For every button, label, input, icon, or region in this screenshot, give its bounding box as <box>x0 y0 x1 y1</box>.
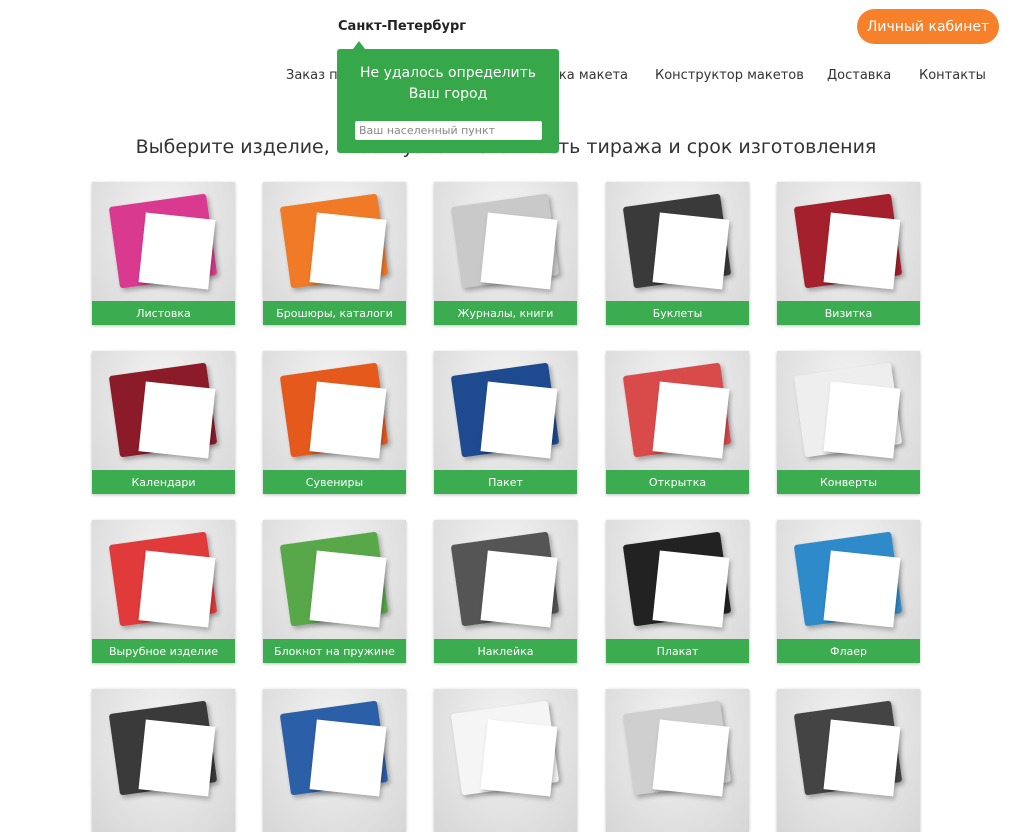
nav-delivery[interactable]: Доставка <box>827 68 891 83</box>
product-image-detail <box>138 212 216 290</box>
product-card[interactable]: Открытка <box>606 351 749 494</box>
product-image-detail <box>309 550 387 628</box>
product-image-detail <box>480 212 558 290</box>
product-image-detail <box>823 550 901 628</box>
nav-layout-constructor[interactable]: Конструктор макетов <box>655 68 804 83</box>
product-card[interactable]: Блокнот на пружине <box>263 520 406 663</box>
product-card[interactable]: Плакат <box>606 520 749 663</box>
product-image-detail <box>480 381 558 459</box>
product-label: Визитка <box>777 301 920 325</box>
product-label: Плакат <box>606 639 749 663</box>
product-label: Наклейка <box>434 639 577 663</box>
city-selector[interactable]: Санкт-Петербург <box>338 19 466 34</box>
product-label: Флаер <box>777 639 920 663</box>
product-image-detail <box>823 212 901 290</box>
product-label: Брошюры, каталоги <box>263 301 406 325</box>
product-label: Сувениры <box>263 470 406 494</box>
product-label: Конверты <box>777 470 920 494</box>
product-label: Календари <box>92 470 235 494</box>
product-card[interactable]: Буклеты <box>606 182 749 325</box>
product-card[interactable] <box>263 689 406 832</box>
product-card[interactable]: Листовка <box>92 182 235 325</box>
popup-message-line2: Ваш город <box>408 86 488 102</box>
city-input[interactable] <box>355 121 542 140</box>
popup-message-line1: Не удалось определить <box>359 65 536 81</box>
product-card[interactable] <box>434 689 577 832</box>
product-card[interactable]: Конверты <box>777 351 920 494</box>
product-image-detail <box>138 381 216 459</box>
product-image-detail <box>823 381 901 459</box>
product-image-detail <box>309 212 387 290</box>
product-card[interactable]: Вырубное изделие <box>92 520 235 663</box>
product-card[interactable]: Сувениры <box>263 351 406 494</box>
product-card[interactable] <box>92 689 235 832</box>
product-image-detail <box>652 212 730 290</box>
product-card[interactable]: Брошюры, каталоги <box>263 182 406 325</box>
product-label: Блокнот на пружине <box>263 639 406 663</box>
product-card[interactable]: Наклейка <box>434 520 577 663</box>
product-label: Журналы, книги <box>434 301 577 325</box>
product-card[interactable]: Календари <box>92 351 235 494</box>
product-label: Вырубное изделие <box>92 639 235 663</box>
product-card[interactable]: Флаер <box>777 520 920 663</box>
product-card[interactable] <box>606 689 749 832</box>
product-label: Открытка <box>606 470 749 494</box>
product-image-detail <box>652 550 730 628</box>
product-label: Буклеты <box>606 301 749 325</box>
product-label: Листовка <box>92 301 235 325</box>
product-image-detail <box>652 381 730 459</box>
product-card[interactable]: Журналы, книги <box>434 182 577 325</box>
product-image-detail <box>480 550 558 628</box>
product-image-detail <box>309 719 387 797</box>
product-image-detail <box>138 550 216 628</box>
product-image-detail <box>652 719 730 797</box>
product-card[interactable] <box>777 689 920 832</box>
product-image-detail <box>480 719 558 797</box>
nav-contacts[interactable]: Контакты <box>919 68 986 83</box>
city-detect-popup: Не удалось определить Ваш город <box>337 41 559 153</box>
product-card[interactable]: Визитка <box>777 182 920 325</box>
product-card[interactable]: Пакет <box>434 351 577 494</box>
personal-account-button[interactable]: Личный кабинет <box>857 9 999 44</box>
product-image-detail <box>309 381 387 459</box>
product-image-detail <box>138 719 216 797</box>
product-image-detail <box>823 719 901 797</box>
product-label: Пакет <box>434 470 577 494</box>
